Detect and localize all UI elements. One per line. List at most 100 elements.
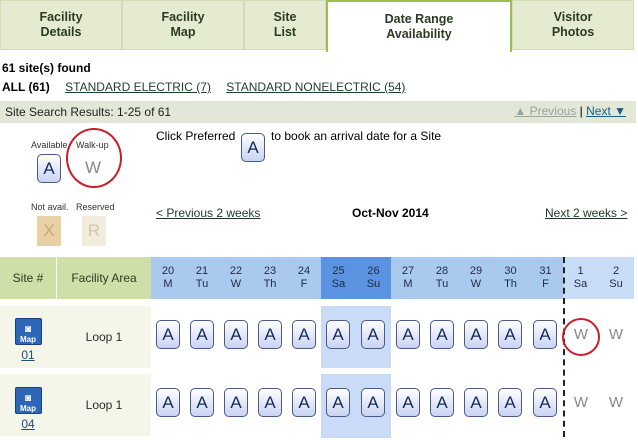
facility-area-row-2: Loop 1 — [85, 398, 123, 412]
day-header-31: 31 F — [528, 257, 563, 299]
day-header-24: 24 F — [287, 257, 321, 299]
instruction-available-symbol: A — [241, 133, 265, 162]
availability-cell-available[interactable]: A — [498, 388, 522, 417]
availability-cell-available[interactable]: A — [464, 320, 488, 349]
availability-cell-available[interactable]: A — [361, 388, 385, 417]
next-page-link[interactable]: Next ▼ — [586, 104, 626, 118]
day-header-22: 22 W — [219, 257, 253, 299]
availability-cell-available[interactable]: A — [190, 320, 214, 349]
availability-cell-available[interactable]: A — [156, 388, 180, 417]
day-weekday: Sa — [573, 278, 588, 290]
day-number: 24 — [297, 265, 311, 277]
site-link-04[interactable]: 04 — [21, 417, 34, 431]
day-header-29: 29 W — [459, 257, 493, 299]
availability-cell-available[interactable]: A — [533, 320, 557, 349]
pagination-separator: | — [579, 104, 583, 118]
previous-two-weeks-link[interactable]: < Previous 2 weeks — [156, 206, 260, 220]
availability-cell-available[interactable]: A — [156, 320, 180, 349]
tab-facility-details[interactable]: Facility Details — [0, 0, 122, 50]
availability-cell-available[interactable]: A — [224, 388, 248, 417]
availability-cell-available[interactable]: A — [258, 388, 282, 417]
availability-cell-available[interactable]: A — [224, 320, 248, 349]
instruction-text-before: Click Preferred — [156, 129, 236, 143]
day-header-30: 30 Th — [493, 257, 528, 299]
site-04-cell: ◙ Map 04 — [1, 387, 55, 431]
tab-site-list[interactable]: Site List — [244, 0, 326, 50]
availability-cell-available[interactable]: A — [396, 388, 420, 417]
filter-standard-nonelectric[interactable]: STANDARD NONELECTRIC (54) — [226, 80, 405, 94]
day-header-25: 25 Sa — [321, 257, 356, 299]
day-number: 20 — [161, 265, 175, 277]
day-weekday: W — [230, 278, 242, 290]
day-number: 29 — [469, 265, 483, 277]
day-weekday: Th — [504, 278, 517, 290]
day-number: 2 — [612, 265, 620, 277]
site-number-header: Site # — [0, 257, 56, 299]
tab-bar: Facility Details Facility Map Site List … — [0, 0, 638, 52]
day-header-1: 1 Sa — [563, 257, 598, 299]
day-number: 27 — [401, 265, 415, 277]
day-header-2: 2 Su — [598, 257, 634, 299]
day-number: 28 — [435, 265, 449, 277]
map-icon[interactable]: ◙ Map — [14, 318, 42, 345]
legend-reserved-label: Reserved — [76, 202, 115, 212]
day-header-23: 23 Th — [253, 257, 287, 299]
tab-date-range-availability[interactable]: Date Range Availability — [326, 0, 512, 52]
availability-cell-available[interactable]: A — [292, 320, 316, 349]
availability-cell-walkup: W — [573, 394, 589, 411]
tab-visitor-photos[interactable]: Visitor Photos — [512, 0, 634, 50]
day-weekday: Th — [263, 278, 277, 290]
availability-cell-available[interactable]: A — [292, 388, 316, 417]
filter-all[interactable]: ALL (61) — [2, 80, 50, 94]
availability-cell-available[interactable]: A — [326, 388, 350, 417]
sites-found-count: 61 site(s) found — [2, 61, 91, 75]
day-number: 31 — [539, 265, 552, 277]
site-link-01[interactable]: 01 — [21, 348, 34, 362]
map-icon[interactable]: ◙ Map — [14, 387, 42, 414]
availability-cell-walkup: W — [608, 326, 624, 343]
day-header-20: 20 M — [151, 257, 185, 299]
filter-standard-electric[interactable]: STANDARD ELECTRIC (7) — [65, 80, 211, 94]
day-weekday: W — [470, 278, 482, 290]
facility-area-row-1: Loop 1 — [85, 330, 123, 344]
site-type-filters: ALL (61) STANDARD ELECTRIC (7) STANDARD … — [2, 80, 405, 94]
search-results-summary: Site Search Results: 1-25 of 61 — [5, 105, 172, 119]
walkup-highlight-circle — [66, 128, 122, 188]
day-header-28: 28 Tu — [425, 257, 459, 299]
day-number: 23 — [263, 265, 277, 277]
day-number: 30 — [504, 265, 517, 277]
facility-area-header: Facility Area — [57, 257, 151, 299]
legend-reserved-symbol: R — [82, 216, 106, 246]
availability-cell-available[interactable]: A — [430, 388, 454, 417]
legend-available-label: Available — [31, 140, 68, 150]
day-number: 25 — [332, 265, 345, 277]
availability-cell-available[interactable]: A — [190, 388, 214, 417]
availability-cell-available[interactable]: A — [396, 320, 420, 349]
previous-page-link[interactable]: ▲ Previous — [514, 104, 576, 118]
walkup-cell-highlight-circle — [562, 318, 600, 356]
results-pagination: ▲ Previous | Next ▼ — [514, 104, 626, 118]
instruction-text-after: to book an arrival date for a Site — [271, 129, 442, 143]
day-weekday: M — [163, 278, 173, 290]
day-weekday: Tu — [195, 278, 209, 290]
day-number: 1 — [577, 265, 584, 277]
availability-cell-walkup: W — [608, 394, 624, 411]
legend-available-symbol: A — [37, 154, 61, 183]
next-two-weeks-link[interactable]: Next 2 weeks > — [545, 206, 627, 220]
availability-cell-available[interactable]: A — [258, 320, 282, 349]
day-header-27: 27 M — [391, 257, 425, 299]
day-weekday: F — [300, 278, 308, 290]
availability-cell-available[interactable]: A — [498, 320, 522, 349]
day-number: 26 — [367, 265, 380, 277]
availability-cell-available[interactable]: A — [361, 320, 385, 349]
tab-facility-map[interactable]: Facility Map — [122, 0, 244, 50]
day-weekday: Su — [366, 278, 381, 290]
day-weekday: Sa — [331, 278, 346, 290]
day-number: 21 — [195, 265, 209, 277]
month-range-label: Oct-Nov 2014 — [352, 206, 429, 220]
day-header-26: 26 Su — [356, 257, 391, 299]
availability-cell-available[interactable]: A — [326, 320, 350, 349]
availability-cell-available[interactable]: A — [430, 320, 454, 349]
availability-cell-available[interactable]: A — [464, 388, 488, 417]
availability-cell-available[interactable]: A — [533, 388, 557, 417]
